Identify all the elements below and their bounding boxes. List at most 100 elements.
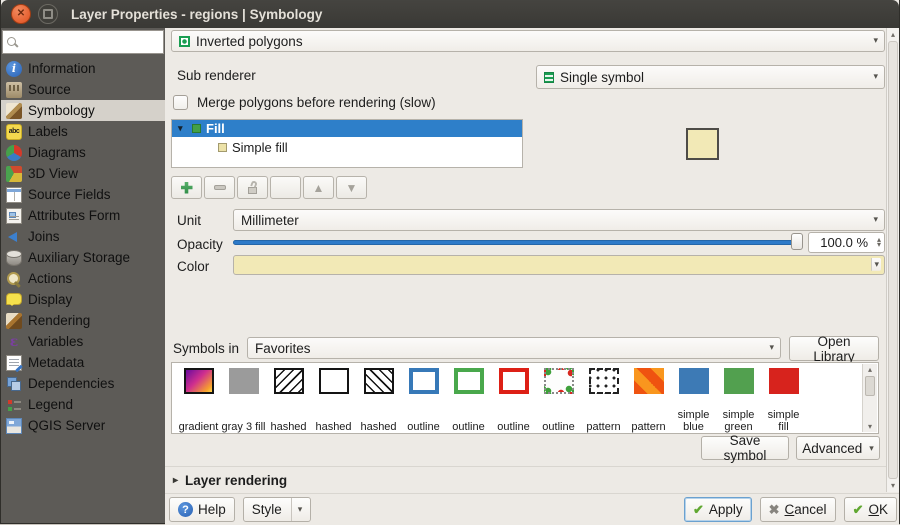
tree-item-simple-fill[interactable]: Simple fill — [172, 139, 522, 156]
scroll-down-icon[interactable]: ▾ — [887, 481, 899, 490]
symbol-gray-3-fill[interactable]: gray 3 fill — [221, 367, 266, 433]
tree-item-fill[interactable]: ▾ Fill — [172, 120, 522, 137]
search-input[interactable] — [22, 34, 159, 51]
sidebar-item-symbology[interactable]: Symbology — [1, 100, 165, 121]
lock-color-button[interactable] — [237, 176, 268, 199]
sidebar-item-3d-view[interactable]: 3D View — [1, 163, 165, 184]
symbol-simple-green[interactable]: simple green — [716, 367, 761, 433]
sidebar-item-metadata[interactable]: Metadata — [1, 352, 165, 373]
renderer-value: Inverted polygons — [196, 34, 303, 49]
symbol-preview — [686, 128, 719, 160]
window-title: Layer Properties - regions | Symbology — [71, 7, 322, 22]
inverted-polygons-icon — [179, 36, 190, 47]
symbol-swatch — [229, 368, 259, 394]
symbol-label: outline — [446, 421, 491, 433]
opacity-value: 100.0 % — [820, 235, 868, 250]
symbol-outline[interactable]: outline — [446, 367, 491, 433]
add-symbol-layer-button[interactable] — [171, 176, 202, 199]
scroll-thumb[interactable] — [888, 41, 898, 479]
sidebar-item-label: Source Fields — [28, 187, 111, 202]
merge-polygons-checkbox[interactable] — [173, 95, 188, 110]
symbol-outline[interactable]: outline — [401, 367, 446, 433]
symbol-grid-scrollbar[interactable]: ▴ ▾ — [862, 364, 877, 432]
sidebar-item-qgis-server[interactable]: QGIS Server — [1, 415, 165, 436]
help-button[interactable]: ?Help — [169, 497, 235, 522]
scroll-down-icon[interactable]: ▾ — [863, 422, 877, 431]
move-down-button[interactable] — [336, 176, 367, 199]
sidebar-item-display[interactable]: Display — [1, 289, 165, 310]
sidebar-item-label: QGIS Server — [28, 418, 105, 433]
sidebar-list: Information SourceSymbologyLabelsDiagrams… — [1, 58, 165, 436]
scroll-thumb[interactable] — [865, 376, 875, 396]
sidebar-item-source-fields[interactable]: Source Fields — [1, 184, 165, 205]
symbol-hashed[interactable]: hashed — [266, 367, 311, 433]
sub-renderer-select[interactable]: Single symbol — [536, 65, 885, 89]
symbol-pattern[interactable]: pattern — [581, 367, 626, 433]
add-symbol-layer-icon — [181, 182, 193, 194]
symbol-outline[interactable]: outline — [491, 367, 536, 433]
sidebar-item-actions[interactable]: Actions — [1, 268, 165, 289]
display-icon — [6, 293, 22, 305]
advanced-button[interactable]: Advanced▾ — [796, 436, 880, 460]
symbol-label: pattern — [626, 421, 671, 433]
layer-rendering-section[interactable]: ▸ Layer rendering — [165, 466, 886, 494]
expander-icon[interactable]: ▾ — [178, 124, 187, 133]
sidebar-item-legend[interactable]: Legend — [1, 394, 165, 415]
renderer-select[interactable]: Inverted polygons — [171, 30, 885, 52]
merge-polygons-row: Merge polygons before rendering (slow) — [173, 95, 436, 110]
cancel-button[interactable]: ✖Cancel — [760, 497, 836, 522]
symbol-simple-fill[interactable]: simple fill — [761, 367, 806, 433]
sidebar-item-dependencies[interactable]: Dependencies — [1, 373, 165, 394]
style-button[interactable]: Style▾ — [243, 497, 312, 522]
source-fields-icon — [6, 187, 22, 203]
symbol-hashed[interactable]: hashed — [356, 367, 401, 433]
symbol-swatch — [499, 368, 529, 394]
sidebar-item-source[interactable]: Source — [1, 79, 165, 100]
opacity-slider[interactable] — [233, 233, 803, 251]
opacity-label: Opacity — [177, 237, 223, 252]
source-icon — [6, 82, 22, 98]
sidebar-item-attributes-form[interactable]: Attributes Form — [1, 205, 165, 226]
information-icon — [6, 61, 22, 77]
rendering-icon — [6, 313, 22, 329]
slider-handle[interactable] — [791, 233, 803, 250]
remove-symbol-layer-button[interactable] — [204, 176, 235, 199]
sidebar-item-label: Information — [28, 61, 96, 76]
maximize-icon — [43, 9, 53, 19]
sidebar-item-auxiliary-storage[interactable]: Auxiliary Storage — [1, 247, 165, 268]
sidebar-item-joins[interactable]: Joins — [1, 226, 165, 247]
ok-button[interactable]: ✔OK — [844, 497, 897, 522]
scroll-up-icon[interactable]: ▴ — [863, 365, 877, 374]
symbol-outline[interactable]: outline — [536, 367, 581, 433]
maximize-button[interactable] — [38, 4, 58, 24]
scroll-up-icon[interactable]: ▴ — [887, 30, 899, 39]
main-scrollbar[interactable]: ▴ ▾ — [886, 28, 899, 492]
duplicate-symbol-layer-button[interactable] — [270, 176, 301, 199]
opacity-spinbox[interactable]: 100.0 % ▴▾ — [808, 232, 885, 253]
sub-renderer-value: Single symbol — [560, 70, 644, 85]
apply-button[interactable]: ✔Apply — [684, 497, 752, 522]
spinbox-arrows-icon[interactable]: ▴▾ — [877, 234, 881, 251]
move-up-button[interactable] — [303, 176, 334, 199]
symbol-simple-blue[interactable]: simple blue — [671, 367, 716, 433]
legend-icon — [6, 397, 22, 413]
symbol-collection-select[interactable]: Favorites — [247, 337, 781, 359]
save-symbol-button[interactable]: Save symbol — [701, 436, 789, 460]
open-library-button[interactable]: Open Library — [789, 336, 879, 361]
unit-select[interactable]: Millimeter — [233, 209, 885, 231]
variables-icon — [6, 334, 22, 350]
sidebar-item-rendering[interactable]: Rendering — [1, 310, 165, 331]
symbol-pattern[interactable]: pattern — [626, 367, 671, 433]
sidebar-item-label: Dependencies — [28, 376, 114, 391]
sidebar-item-labels[interactable]: Labels — [1, 121, 165, 142]
diagrams-icon — [6, 145, 22, 161]
unit-value: Millimeter — [241, 213, 299, 228]
sidebar-item-information[interactable]: Information — [1, 58, 165, 79]
symbol-gradient[interactable]: gradient — [176, 367, 221, 433]
symbol-swatch — [769, 368, 799, 394]
color-button[interactable] — [233, 255, 885, 275]
sidebar-item-variables[interactable]: Variables — [1, 331, 165, 352]
close-button[interactable]: ✕ — [11, 4, 31, 24]
sidebar-item-diagrams[interactable]: Diagrams — [1, 142, 165, 163]
symbol-hashed[interactable]: hashed — [311, 367, 356, 433]
